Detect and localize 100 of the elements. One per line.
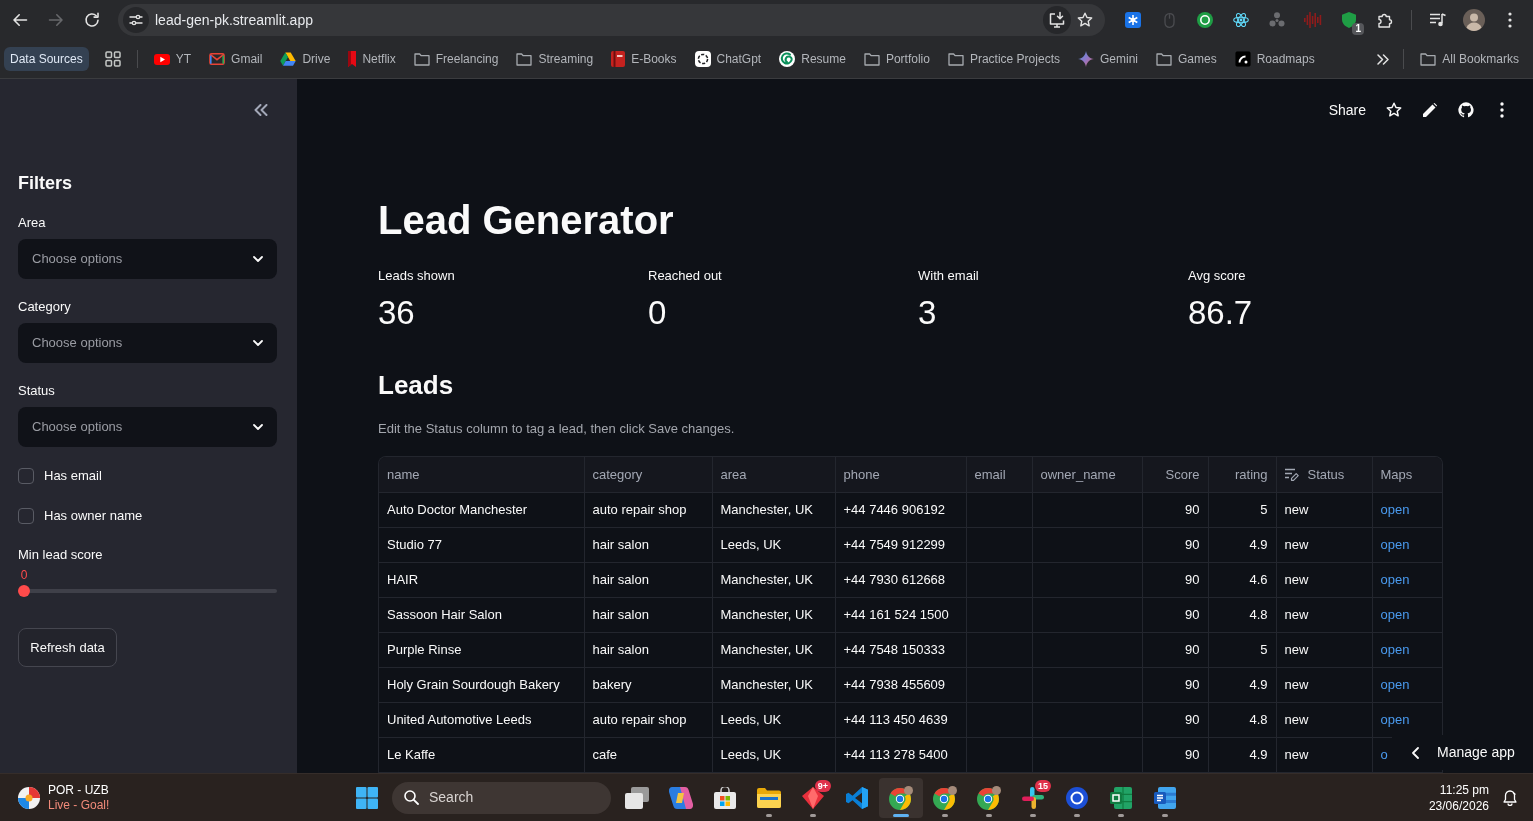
taskbar-button[interactable]: 9+	[791, 777, 835, 818]
checkbox-label[interactable]: Has owner name	[44, 506, 143, 526]
bookmark[interactable]: Gmail	[201, 45, 271, 73]
select-field[interactable]: Choose options	[18, 323, 277, 363]
metric-label: Leads shown	[378, 267, 456, 285]
table-cell[interactable]: new	[1276, 702, 1372, 737]
map-link[interactable]: o	[1380, 746, 1388, 762]
bookmark[interactable]: ChatGpt	[686, 45, 770, 73]
table-cell: Holy Grain Sourdough Bakery	[379, 667, 584, 702]
share-button[interactable]: Share	[1328, 99, 1366, 121]
slider-track[interactable]	[18, 585, 277, 597]
double-chevron-left-icon[interactable]	[254, 104, 268, 116]
table-cell: Sassoon Hair Salon	[379, 597, 584, 632]
sidebar-title: Filters	[18, 172, 74, 195]
grid-icon[interactable]	[104, 51, 121, 67]
widget-title[interactable]: POR - UZB	[48, 782, 110, 798]
squares-logo-icon[interactable]	[356, 786, 378, 809]
table-cell: auto repair shop	[584, 492, 712, 527]
install-icon[interactable]	[1043, 6, 1071, 34]
double-chevron-right-icon[interactable]	[1377, 53, 1390, 65]
widget-subtitle[interactable]: Live - Goal!	[48, 797, 110, 813]
slider-label: Min lead score	[18, 546, 104, 564]
column-header[interactable]: owner_name	[1032, 457, 1142, 492]
table-cell: hair salon	[584, 527, 712, 562]
bookmark[interactable]: Portfolio	[855, 45, 938, 73]
column-header[interactable]: Maps	[1372, 457, 1442, 492]
checkbox[interactable]	[18, 468, 34, 484]
shield-icon[interactable]	[1342, 12, 1356, 28]
table-cell[interactable]: new	[1276, 562, 1372, 597]
bookmark[interactable]: Games	[1148, 45, 1225, 73]
bookmark[interactable]: Streaming	[508, 45, 602, 73]
table-cell: +44 7446 906192	[835, 492, 966, 527]
checkbox[interactable]	[18, 508, 34, 524]
menu-icon[interactable]	[1508, 12, 1512, 28]
select-field[interactable]: Choose options	[18, 239, 277, 279]
reload-icon[interactable]	[84, 12, 100, 28]
bookmark[interactable]: Gemini	[1069, 45, 1146, 73]
bookmark[interactable]: Netflix	[340, 45, 404, 73]
column-header[interactable]: area	[712, 457, 835, 492]
table-cell[interactable]: new	[1276, 632, 1372, 667]
section-heading: Leads	[378, 369, 455, 402]
puzzle-icon[interactable]	[1377, 12, 1393, 28]
table-cell[interactable]: new	[1276, 737, 1372, 772]
bookmark[interactable]: YT	[145, 45, 200, 73]
refresh-button[interactable]: Refresh data	[18, 628, 117, 667]
ring-disc-icon[interactable]	[1197, 12, 1213, 28]
taskbar-button[interactable]: 15	[1011, 777, 1055, 818]
quartered-circle-icon[interactable]	[18, 786, 40, 809]
clock-time[interactable]: 11:25 pm	[1439, 781, 1489, 798]
slider-thumb[interactable]	[18, 585, 30, 597]
map-link[interactable]: open	[1380, 606, 1410, 622]
playlist-icon[interactable]	[1430, 13, 1446, 27]
search-field[interactable]: Search	[392, 781, 611, 814]
table-cell: Auto Doctor Manchester	[379, 492, 584, 527]
table-cell[interactable]: new	[1276, 667, 1372, 702]
map-link[interactable]: open	[1380, 536, 1410, 552]
bookmark[interactable]: Resume	[771, 45, 854, 73]
address-bar[interactable]: lead-gen-pk.streamlit.app	[118, 4, 1105, 36]
three-dots-cluster-icon[interactable]	[1269, 12, 1285, 28]
cat-logo-icon[interactable]	[1458, 102, 1474, 118]
star-icon[interactable]	[1077, 12, 1093, 28]
table-cell: 4.6	[1208, 562, 1276, 597]
menu-icon[interactable]	[1500, 102, 1504, 118]
tab-group-chip[interactable]: Data Sources	[4, 47, 89, 71]
bookmark[interactable]: Freelancing	[405, 45, 507, 73]
chevron-down-icon	[253, 340, 263, 346]
round-logo-icon	[889, 785, 913, 810]
bookmark[interactable]: E-Books	[603, 45, 685, 73]
pencil-icon[interactable]	[1423, 103, 1437, 117]
taskbar-button[interactable]	[879, 777, 923, 818]
table-cell[interactable]: new	[1276, 492, 1372, 527]
map-link[interactable]: open	[1380, 641, 1410, 657]
clock-date[interactable]: 23/06/2026	[1428, 797, 1489, 814]
notification-icon[interactable]	[1503, 789, 1517, 806]
bookmark[interactable]: Roadmaps	[1226, 45, 1323, 73]
map-link[interactable]: open	[1380, 676, 1410, 692]
map-link[interactable]: open	[1380, 571, 1410, 587]
bookmark[interactable]: All Bookmarks	[1412, 45, 1527, 73]
atom-icon[interactable]	[1233, 12, 1249, 28]
map-link[interactable]: open	[1380, 711, 1410, 727]
bookmark[interactable]: Practice Projects	[939, 45, 1068, 73]
bookmark[interactable]: Drive	[272, 45, 339, 73]
table-cell: 4.8	[1208, 597, 1276, 632]
column-header[interactable]: Status	[1276, 457, 1372, 492]
column-header[interactable]: Score	[1142, 457, 1208, 492]
map-link[interactable]: open	[1380, 501, 1410, 517]
back-icon[interactable]	[12, 12, 28, 28]
checkbox-label[interactable]: Has email	[44, 466, 102, 486]
select-field[interactable]: Choose options	[18, 407, 277, 447]
avatar-icon[interactable]	[1463, 9, 1485, 31]
table-cell[interactable]: new	[1276, 597, 1372, 632]
column-header[interactable]: phone	[835, 457, 966, 492]
column-header[interactable]: category	[584, 457, 712, 492]
column-header[interactable]: name	[379, 457, 584, 492]
column-header[interactable]: rating	[1208, 457, 1276, 492]
table-cell: HAIR	[379, 562, 584, 597]
site-settings-icon[interactable]	[123, 7, 149, 33]
column-header[interactable]: email	[966, 457, 1032, 492]
table-cell[interactable]: new	[1276, 527, 1372, 562]
asterisk-tile-icon[interactable]	[1125, 12, 1141, 28]
